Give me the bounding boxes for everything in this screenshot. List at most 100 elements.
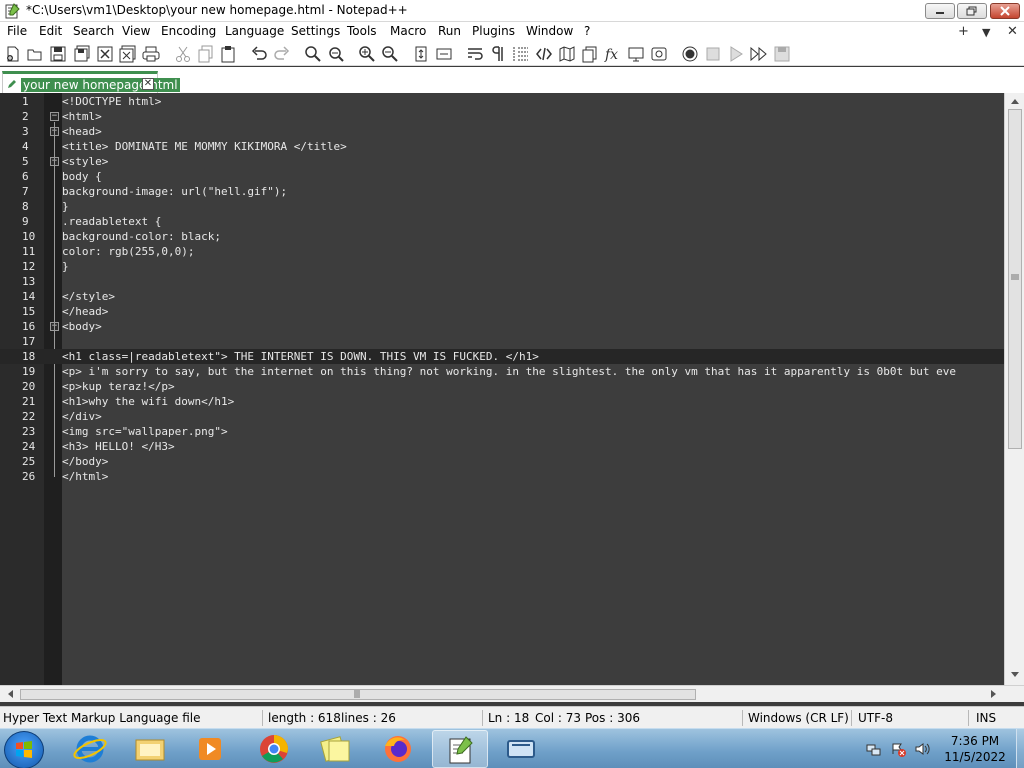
tray-action-center-icon[interactable] — [890, 741, 906, 757]
status-insert-mode[interactable]: INS — [976, 711, 996, 725]
code-line-text[interactable]: </body> — [62, 454, 108, 469]
code-line[interactable]: 6 body { — [0, 169, 1004, 184]
maximize-button[interactable] — [957, 3, 987, 19]
code-line[interactable]: 22 </div> — [0, 409, 1004, 424]
user-defined-language-icon[interactable] — [535, 45, 553, 63]
code-line-text[interactable]: background-color: black; — [62, 229, 221, 244]
start-button[interactable] — [4, 731, 44, 768]
media-player-taskbar-button[interactable] — [182, 730, 238, 768]
tray-network-icon[interactable] — [866, 741, 882, 757]
tab-your-new-homepage[interactable]: your new homepage.html ✕ — [2, 71, 180, 93]
menu-encoding[interactable]: Encoding — [161, 24, 216, 38]
code-line-text[interactable]: <h1 class=|readabletext"> THE INTERNET I… — [62, 349, 539, 364]
paste-icon[interactable] — [219, 45, 237, 63]
find-icon[interactable] — [304, 45, 322, 63]
code-line-text[interactable]: .readabletext { — [62, 214, 161, 229]
redo-icon[interactable] — [273, 45, 291, 63]
code-line-text[interactable]: color: rgb(255,0,0); — [62, 244, 194, 259]
menu-tools[interactable]: Tools — [347, 24, 377, 38]
menu-help[interactable]: ? — [584, 24, 590, 38]
code-line-text[interactable]: body { — [62, 169, 102, 184]
scroll-right-arrow-icon[interactable] — [990, 689, 998, 699]
record-macro-icon[interactable] — [681, 45, 699, 63]
code-line[interactable]: 15 </head> — [0, 304, 1004, 319]
code-line-text[interactable]: <p> i'm sorry to say, but the internet o… — [62, 364, 956, 379]
scroll-down-arrow-icon[interactable] — [1010, 671, 1020, 679]
folder-as-workspace-icon[interactable] — [627, 45, 645, 63]
menu-search[interactable]: Search — [73, 24, 114, 38]
run-macro-multiple-icon[interactable] — [750, 45, 768, 63]
zoom-in-icon[interactable] — [358, 45, 376, 63]
code-line[interactable]: 12} — [0, 259, 1004, 274]
vertical-scrollbar[interactable] — [1004, 93, 1024, 685]
show-desktop-button[interactable] — [1016, 729, 1024, 768]
sync-horizontal-scroll-icon[interactable] — [435, 45, 453, 63]
code-line-text[interactable]: </div> — [62, 409, 102, 424]
sync-vertical-scroll-icon[interactable] — [412, 45, 430, 63]
menu-file[interactable]: File — [7, 24, 27, 38]
code-line[interactable]: 9 .readabletext { — [0, 214, 1004, 229]
tab-list-dropdown-button[interactable]: ▼ — [982, 26, 990, 39]
close-all-icon[interactable] — [119, 45, 137, 63]
menu-language[interactable]: Language — [225, 24, 284, 38]
code-line[interactable]: 19 <p> i'm sorry to say, but the internet… — [0, 364, 1004, 379]
firefox-taskbar-button[interactable] — [370, 730, 426, 768]
print-icon[interactable] — [142, 45, 160, 63]
chrome-taskbar-button[interactable] — [246, 730, 302, 768]
minimize-button[interactable] — [925, 3, 955, 19]
playback-macro-icon[interactable] — [727, 45, 745, 63]
undo-icon[interactable] — [250, 45, 268, 63]
editor-area[interactable]: − − − − 1<!DOCTYPE html>2<html>3<head>4<… — [0, 93, 1004, 685]
code-line-text[interactable]: <title> DOMINATE ME MOMMY KIKIMORA </tit… — [62, 139, 347, 154]
code-line-text[interactable]: </style> — [62, 289, 115, 304]
menu-settings[interactable]: Settings — [291, 24, 340, 38]
save-icon[interactable] — [49, 45, 67, 63]
zoom-out-icon[interactable] — [381, 45, 399, 63]
save-all-icon[interactable] — [73, 45, 91, 63]
code-line[interactable]: 8} — [0, 199, 1004, 214]
internet-explorer-taskbar-button[interactable] — [62, 730, 118, 768]
code-line-text[interactable]: <!DOCTYPE html> — [62, 94, 161, 109]
document-map-icon[interactable] — [558, 45, 576, 63]
code-line[interactable]: 3 <head> — [0, 124, 1004, 139]
stop-recording-icon[interactable] — [704, 45, 722, 63]
cut-icon[interactable] — [174, 45, 192, 63]
copy-icon[interactable] — [197, 45, 215, 63]
code-line[interactable]: 24 <h3> HELLO! </H3> — [0, 439, 1004, 454]
code-line-text[interactable]: <html> — [62, 109, 102, 124]
new-tab-plus-button[interactable]: + — [958, 24, 969, 39]
new-file-icon[interactable] — [4, 45, 22, 63]
replace-icon[interactable] — [327, 45, 345, 63]
scroll-up-arrow-icon[interactable] — [1010, 97, 1020, 105]
code-line[interactable]: 16 <body> — [0, 319, 1004, 334]
file-explorer-taskbar-button[interactable] — [122, 730, 178, 768]
code-line-text[interactable]: <h1>why the wifi down</h1> — [62, 394, 234, 409]
word-wrap-icon[interactable] — [466, 45, 484, 63]
code-line-text[interactable]: <body> — [62, 319, 102, 334]
code-line-text[interactable]: </head> — [62, 304, 108, 319]
code-line[interactable]: 20 <p>kup teraz!</p> — [0, 379, 1004, 394]
sticky-notes-taskbar-button[interactable] — [308, 730, 364, 768]
app-taskbar-button[interactable] — [494, 730, 550, 768]
code-line[interactable]: 18 <h1 class=|readabletext"> THE INTERNET… — [0, 349, 1004, 364]
open-file-icon[interactable] — [26, 45, 44, 63]
code-line-text[interactable]: <h3> HELLO! </H3> — [62, 439, 175, 454]
code-line[interactable]: 2 <html> — [0, 109, 1004, 124]
scroll-left-arrow-icon[interactable] — [6, 689, 14, 699]
code-line-text[interactable]: <style> — [62, 154, 108, 169]
menu-view[interactable]: View — [122, 24, 150, 38]
code-line[interactable]: 25 </body> — [0, 454, 1004, 469]
close-window-button[interactable] — [990, 3, 1020, 19]
code-line-text[interactable]: } — [62, 199, 69, 214]
status-eol-format[interactable]: Windows (CR LF) — [748, 711, 849, 725]
close-document-button[interactable]: ✕ — [1007, 24, 1018, 39]
monitoring-icon[interactable] — [650, 45, 668, 63]
code-line-text[interactable]: background-image: url("hell.gif"); — [62, 184, 287, 199]
code-line[interactable]: 5 <style> — [0, 154, 1004, 169]
function-list-icon[interactable]: fx — [604, 45, 622, 63]
code-line[interactable]: 4 <title> DOMINATE ME MOMMY KIKIMORA </ti… — [0, 139, 1004, 154]
code-line-text[interactable]: } — [62, 259, 69, 274]
code-line[interactable]: 1 <!DOCTYPE html> — [0, 94, 1004, 109]
notepadpp-taskbar-button[interactable] — [432, 730, 488, 768]
menu-run[interactable]: Run — [438, 24, 461, 38]
